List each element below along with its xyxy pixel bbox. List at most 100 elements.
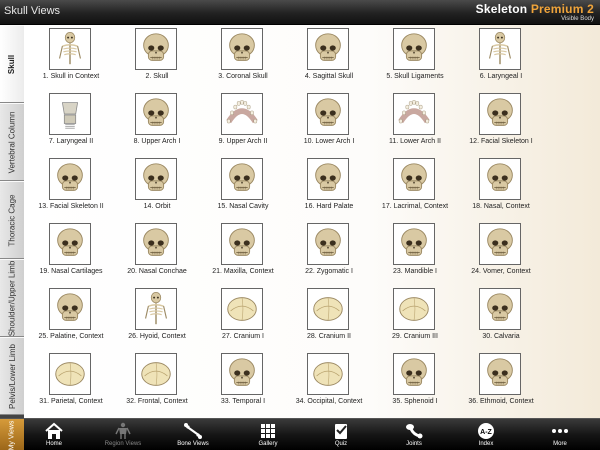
view-tile[interactable]: 6. Laryngeal I	[458, 25, 544, 90]
skull-thumbnail-icon[interactable]	[307, 28, 349, 70]
skull-thumbnail-icon[interactable]	[479, 353, 521, 395]
skull-thumbnail-icon[interactable]	[135, 28, 177, 70]
brand-logo: Skeleton Premium 2 Visible Body	[476, 2, 594, 22]
gallery-button[interactable]: Gallery	[240, 419, 296, 450]
skull-thumbnail-icon[interactable]	[479, 93, 521, 135]
view-caption: 35. Sphenoid I	[392, 398, 438, 405]
view-tile[interactable]: 34. Occipital, Context	[286, 350, 372, 415]
view-caption: 26. Hyoid, Context	[128, 333, 186, 340]
cranium-thumbnail-icon[interactable]	[49, 353, 91, 395]
view-caption: 13. Facial Skeleton II	[38, 203, 104, 210]
bone-views-button[interactable]: Bone Views	[165, 419, 221, 450]
view-tile[interactable]: 5. Skull Ligaments	[372, 25, 458, 90]
tab-pelvis-lower-limb[interactable]: Pelvis/Lower Limb	[0, 337, 24, 415]
view-tile[interactable]: 3. Coronal Skull	[200, 25, 286, 90]
view-tile[interactable]: 11. Lower Arch II	[372, 90, 458, 155]
view-tile[interactable]: 26. Hyoid, Context	[114, 285, 200, 350]
skull-thumbnail-icon[interactable]	[307, 223, 349, 265]
skull-thumbnail-icon[interactable]	[49, 288, 91, 330]
view-tile[interactable]: 32. Frontal, Context	[114, 350, 200, 415]
skull-thumbnail-icon[interactable]	[135, 158, 177, 200]
skull-thumbnail-icon[interactable]	[49, 223, 91, 265]
view-tile[interactable]: 25. Palatine, Context	[28, 285, 114, 350]
cranium-thumbnail-icon[interactable]	[307, 288, 349, 330]
skull-thumbnail-icon[interactable]	[49, 158, 91, 200]
skull-thumbnail-icon[interactable]	[221, 158, 263, 200]
view-caption: 29. Cranium III	[392, 333, 438, 340]
skull-thumbnail-icon[interactable]	[221, 223, 263, 265]
view-tile[interactable]: 1. Skull in Context	[28, 25, 114, 90]
view-tile[interactable]: 31. Parietal, Context	[28, 350, 114, 415]
more-button[interactable]: More	[532, 419, 588, 450]
view-tile[interactable]: 12. Facial Skeleton I	[458, 90, 544, 155]
skull-thumbnail-icon[interactable]	[393, 158, 435, 200]
view-tile[interactable]: 8. Upper Arch I	[114, 90, 200, 155]
view-tile[interactable]: 13. Facial Skeleton II	[28, 155, 114, 220]
view-tile[interactable]: 22. Zygomatic I	[286, 220, 372, 285]
view-tile[interactable]: 17. Lacrimal, Context	[372, 155, 458, 220]
view-tile[interactable]: 35. Sphenoid I	[372, 350, 458, 415]
view-tile[interactable]: 4. Sagittal Skull	[286, 25, 372, 90]
view-caption: 21. Maxilla, Context	[212, 268, 274, 275]
skull-thumbnail-icon[interactable]	[479, 223, 521, 265]
skull-thumbnail-icon[interactable]	[307, 93, 349, 135]
cranium-thumbnail-icon[interactable]	[221, 288, 263, 330]
view-tile[interactable]: 2. Skull	[114, 25, 200, 90]
view-caption: 11. Lower Arch II	[388, 138, 441, 145]
skull-thumbnail-icon[interactable]	[479, 158, 521, 200]
cranium-thumbnail-icon[interactable]	[135, 353, 177, 395]
skull-thumbnail-icon[interactable]	[221, 28, 263, 70]
my-views-tab[interactable]: My Views	[0, 419, 24, 450]
skull-thumbnail-icon[interactable]	[135, 223, 177, 265]
skull-thumbnail-icon[interactable]	[393, 223, 435, 265]
view-tile[interactable]: 30. Calvaria	[458, 285, 544, 350]
index-button[interactable]: A-Z Index	[458, 419, 514, 450]
skull-thumbnail-icon[interactable]	[479, 288, 521, 330]
view-tile[interactable]: 18. Nasal, Context	[458, 155, 544, 220]
view-tile[interactable]: 14. Orbit	[114, 155, 200, 220]
teeth-thumbnail-icon[interactable]	[221, 93, 263, 135]
tab-shoulder-upper-limb[interactable]: Shoulder/Upper Limb	[0, 259, 24, 337]
view-tile[interactable]: 16. Hard Palate	[286, 155, 372, 220]
larynx-thumbnail-icon[interactable]	[49, 93, 91, 135]
tab-skull[interactable]: Skull	[0, 25, 24, 103]
tab-thoracic-cage[interactable]: Thoracic Cage	[0, 181, 24, 259]
region-views-button[interactable]: Region Views	[95, 419, 151, 450]
view-tile[interactable]: 20. Nasal Conchae	[114, 220, 200, 285]
joints-button[interactable]: Joints	[386, 419, 442, 450]
tab-label: Vertebral Column	[7, 111, 17, 173]
region-views-icon	[113, 422, 133, 440]
view-caption: 6. Laryngeal I	[479, 73, 523, 80]
cranium-thumbnail-icon[interactable]	[307, 353, 349, 395]
view-tile[interactable]: 21. Maxilla, Context	[200, 220, 286, 285]
skull-thumbnail-icon[interactable]	[221, 353, 263, 395]
skull-thumbnail-icon[interactable]	[135, 93, 177, 135]
view-tile[interactable]: 24. Vomer, Context	[458, 220, 544, 285]
skeleton-thumbnail-icon[interactable]	[49, 28, 91, 70]
cranium-thumbnail-icon[interactable]	[393, 288, 435, 330]
brand-edition: Premium 2	[530, 2, 594, 16]
view-tile[interactable]: 19. Nasal Cartilages	[28, 220, 114, 285]
view-tile[interactable]: 29. Cranium III	[372, 285, 458, 350]
skull-thumbnail-icon[interactable]	[307, 158, 349, 200]
skull-thumbnail-icon[interactable]	[393, 353, 435, 395]
teeth-thumbnail-icon[interactable]	[393, 93, 435, 135]
skull-thumbnail-icon[interactable]	[393, 28, 435, 70]
view-tile[interactable]: 28. Cranium II	[286, 285, 372, 350]
view-tile[interactable]: 27. Cranium I	[200, 285, 286, 350]
view-tile[interactable]: 23. Mandible I	[372, 220, 458, 285]
view-tile[interactable]: 9. Upper Arch II	[200, 90, 286, 155]
view-tile[interactable]: 33. Temporal I	[200, 350, 286, 415]
view-tile[interactable]: 36. Ethmoid, Context	[458, 350, 544, 415]
view-tile[interactable]: 15. Nasal Cavity	[200, 155, 286, 220]
tab-vertebral-column[interactable]: Vertebral Column	[0, 103, 24, 181]
brand-name: Skeleton	[475, 2, 531, 16]
tab-label: Pelvis/Lower Limb	[7, 343, 17, 409]
home-button[interactable]: Home	[26, 419, 82, 450]
skeleton-thumbnail-icon[interactable]	[135, 288, 177, 330]
skeleton-thumbnail-icon[interactable]	[479, 28, 521, 70]
view-tile[interactable]: 7. Laryngeal II	[28, 90, 114, 155]
quiz-button[interactable]: Quiz	[313, 419, 369, 450]
page-title: Skull Views	[4, 5, 61, 17]
view-tile[interactable]: 10. Lower Arch I	[286, 90, 372, 155]
